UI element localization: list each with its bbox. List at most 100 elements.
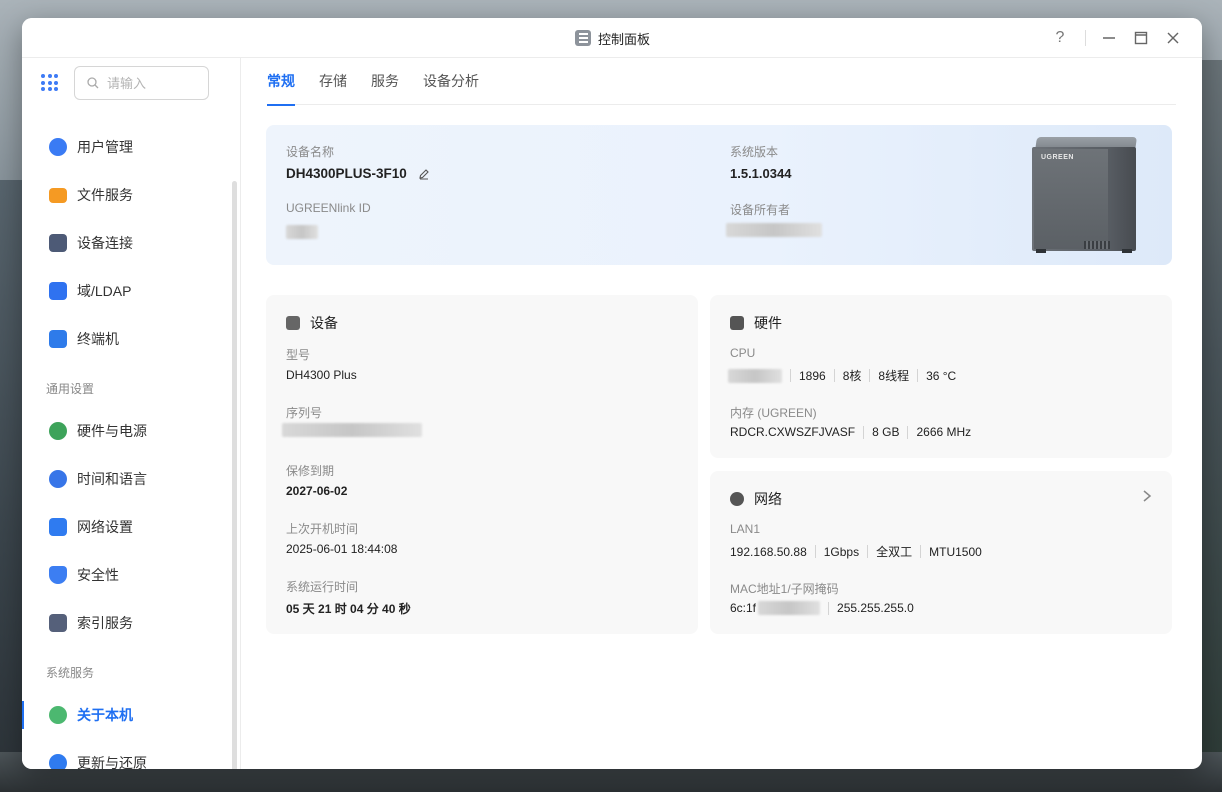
search-input[interactable] — [107, 75, 197, 91]
edit-icon[interactable] — [418, 168, 430, 180]
ugreenlink-id-label: UGREENlink ID — [286, 201, 371, 215]
refresh-icon — [49, 754, 67, 769]
warranty-label: 保修到期 — [286, 464, 335, 478]
sidebar-item-label: 硬件与电源 — [77, 423, 147, 439]
sidebar-item-domain-ldap[interactable]: 域/LDAP — [22, 273, 232, 309]
maximize-icon — [1134, 31, 1148, 45]
uptime-label: 系统运行时间 — [286, 580, 359, 594]
minimize-button[interactable] — [1098, 27, 1120, 49]
lan-label: LAN1 — [730, 522, 761, 536]
mac-address-prefix: 6c:1f — [730, 601, 757, 615]
info-icon — [49, 706, 67, 724]
sidebar-item-security[interactable]: 安全性 — [22, 557, 232, 593]
cpu-details: 1896 8核 8线程 36 °C — [728, 367, 956, 384]
chip-icon — [730, 316, 744, 330]
device-owner-redacted — [726, 223, 822, 237]
sidebar-item-label: 更新与还原 — [77, 755, 147, 769]
main-content: 常规 存储 服务 设备分析 设备名称 DH4300PLUS-3F10 UGREE… — [242, 58, 1202, 769]
memory-details: RDCR.CXWSZFJVASF 8 GB 2666 MHz — [730, 425, 971, 439]
system-version-label: 系统版本 — [730, 145, 779, 159]
system-version-value: 1.5.1.0344 — [730, 166, 792, 181]
search-icon — [87, 77, 99, 89]
ugreenlink-id-redacted — [286, 225, 318, 239]
sidebar-item-terminal[interactable]: 终端机 — [22, 321, 232, 357]
sidebar-item-label: 网络设置 — [77, 519, 133, 535]
sidebar-item-time-language[interactable]: 时间和语言 — [22, 461, 232, 497]
sidebar-item-label: 设备连接 — [77, 235, 133, 251]
network-icon — [49, 518, 67, 536]
tab-device-analysis[interactable]: 设备分析 — [423, 58, 479, 105]
minimize-icon — [1103, 37, 1115, 39]
sidebar-item-update-restore[interactable]: 更新与还原 — [22, 745, 232, 769]
maximize-button[interactable] — [1130, 27, 1152, 49]
sidebar-item-device-connection[interactable]: 设备连接 — [22, 225, 232, 261]
cpu-model-redacted — [728, 368, 782, 383]
sidebar-item-user-management[interactable]: 用户管理 — [22, 129, 232, 165]
subnet-mask: 255.255.255.0 — [837, 601, 914, 615]
device-icon — [286, 316, 300, 330]
link-speed: 1Gbps — [823, 544, 860, 559]
cpu-threads: 8线程 — [878, 369, 910, 383]
duplex-mode: 全双工 — [876, 545, 913, 559]
network-info-card[interactable]: 网络 LAN1 192.168.50.88 1Gbps 全双工 MTU1500 … — [710, 471, 1172, 634]
cpu-cores: 8核 — [842, 369, 862, 383]
mac-label: MAC地址1/子网掩码 — [730, 582, 839, 596]
model-value: DH4300 Plus — [286, 368, 357, 382]
sidebar-item-label: 关于本机 — [77, 707, 133, 723]
sidebar: 用户管理 文件服务 设备连接 域/LDAP 终端机 通用设置 硬件与电源 时间和… — [22, 58, 241, 769]
search-box[interactable] — [74, 66, 209, 100]
ip-address: 192.168.50.88 — [730, 544, 807, 559]
uptime-value: 05 天 21 时 04 分 40 秒 — [286, 602, 411, 616]
title-bar[interactable]: 控制面板 ? — [22, 18, 1202, 58]
chevron-right-icon[interactable] — [1142, 489, 1152, 503]
memory-model: RDCR.CXWSZFJVASF — [730, 425, 856, 439]
globe-icon — [730, 492, 744, 506]
device-name-value: DH4300PLUS-3F10 — [286, 166, 407, 181]
section-label-general: 通用设置 — [46, 382, 95, 396]
sidebar-item-about[interactable]: 关于本机 — [22, 697, 232, 733]
hardware-info-card: 硬件 CPU 1896 8核 8线程 36 °C 内存 (UGREEN) RDC… — [710, 295, 1172, 458]
serial-label: 序列号 — [286, 406, 323, 420]
window-title: 控制面板 — [598, 31, 651, 47]
hardware-card-header: 硬件 — [730, 313, 782, 333]
sidebar-item-label: 文件服务 — [77, 187, 133, 203]
app-grid-icon[interactable] — [41, 74, 58, 91]
tab-general[interactable]: 常规 — [267, 58, 295, 106]
tab-services[interactable]: 服务 — [371, 58, 399, 105]
control-panel-icon — [575, 30, 591, 46]
close-button[interactable] — [1162, 27, 1184, 49]
lan-details: 192.168.50.88 1Gbps 全双工 MTU1500 — [730, 543, 982, 560]
sidebar-item-label: 索引服务 — [77, 615, 133, 631]
sidebar-item-label: 域/LDAP — [77, 283, 132, 299]
sidebar-item-index-service[interactable]: 索引服务 — [22, 605, 232, 641]
serial-redacted — [282, 423, 422, 437]
mtu-value: MTU1500 — [929, 544, 982, 559]
sidebar-scrollbar[interactable] — [232, 181, 237, 769]
last-boot-label: 上次开机时间 — [286, 522, 359, 536]
memory-size: 8 GB — [872, 425, 900, 439]
device-overview-card: 设备名称 DH4300PLUS-3F10 UGREENlink ID 系统版本 … — [266, 125, 1172, 265]
users-icon — [49, 138, 67, 156]
tab-bar: 常规 存储 服务 设备分析 — [267, 58, 1176, 106]
help-button[interactable]: ? — [1049, 27, 1071, 49]
warranty-value: 2027-06-02 — [286, 484, 348, 498]
close-icon — [1167, 32, 1179, 44]
mac-details: 6c:1f 255.255.255.0 — [730, 601, 914, 615]
memory-label: 内存 (UGREEN) — [730, 406, 817, 420]
titlebar-divider — [1085, 30, 1086, 46]
memory-speed: 2666 MHz — [916, 425, 972, 439]
last-boot-value: 2025-06-01 18:44:08 — [286, 542, 398, 556]
sidebar-item-label: 安全性 — [77, 567, 119, 583]
sidebar-item-label: 终端机 — [77, 331, 119, 347]
tab-storage[interactable]: 存储 — [319, 58, 347, 105]
control-panel-window: 控制面板 ? 用户管理 文件服务 设备 — [22, 18, 1202, 769]
hardware-power-icon — [49, 422, 67, 440]
sidebar-item-network-settings[interactable]: 网络设置 — [22, 509, 232, 545]
shield-icon — [49, 566, 67, 584]
model-label: 型号 — [286, 348, 311, 362]
sidebar-item-file-services[interactable]: 文件服务 — [22, 177, 232, 213]
sidebar-item-label: 用户管理 — [77, 139, 133, 155]
globe-clock-icon — [49, 470, 67, 488]
cpu-label: CPU — [730, 346, 756, 360]
sidebar-item-hardware-power[interactable]: 硬件与电源 — [22, 413, 232, 449]
